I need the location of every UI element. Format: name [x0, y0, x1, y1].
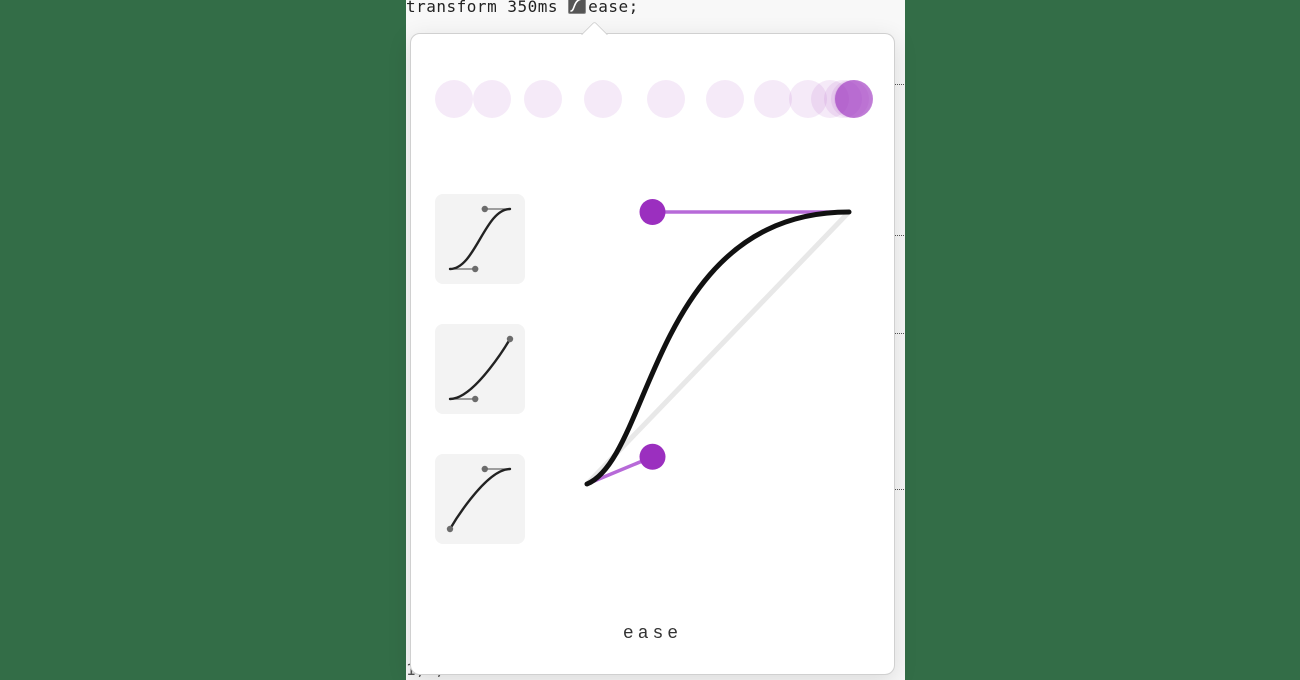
preset-curve-icon: [442, 201, 518, 277]
velocity-dot: [706, 80, 744, 118]
bezier-canvas: [587, 212, 849, 484]
easing-preset-list: [435, 194, 531, 584]
velocity-dot: [473, 80, 511, 118]
velocity-dot: [584, 80, 622, 118]
velocity-dot: [754, 80, 792, 118]
easing-swatch-icon[interactable]: [568, 0, 586, 14]
css-timing: ease: [588, 0, 629, 16]
velocity-dot: [524, 80, 562, 118]
selected-easing-label: ease: [411, 624, 894, 644]
css-prefix: transform 350ms: [406, 0, 568, 16]
control-handle-p1[interactable]: [640, 444, 666, 470]
velocity-dot: [647, 80, 685, 118]
velocity-dot: [435, 80, 473, 118]
diagonal-guide: [587, 212, 849, 484]
bezier-curve-editor[interactable]: [587, 212, 849, 484]
css-code-line: transform 350ms ease;: [406, 0, 639, 16]
easing-preset[interactable]: [435, 324, 525, 414]
velocity-strip: [435, 54, 873, 144]
bezier-editor-popover: ease: [410, 33, 895, 675]
easing-preset[interactable]: [435, 454, 525, 544]
css-suffix: ;: [629, 0, 639, 16]
easing-preset[interactable]: [435, 194, 525, 284]
preset-curve-icon: [442, 331, 518, 407]
preset-curve-icon: [442, 461, 518, 537]
velocity-dot-end: [835, 80, 873, 118]
control-handle-p2[interactable]: [640, 199, 666, 225]
